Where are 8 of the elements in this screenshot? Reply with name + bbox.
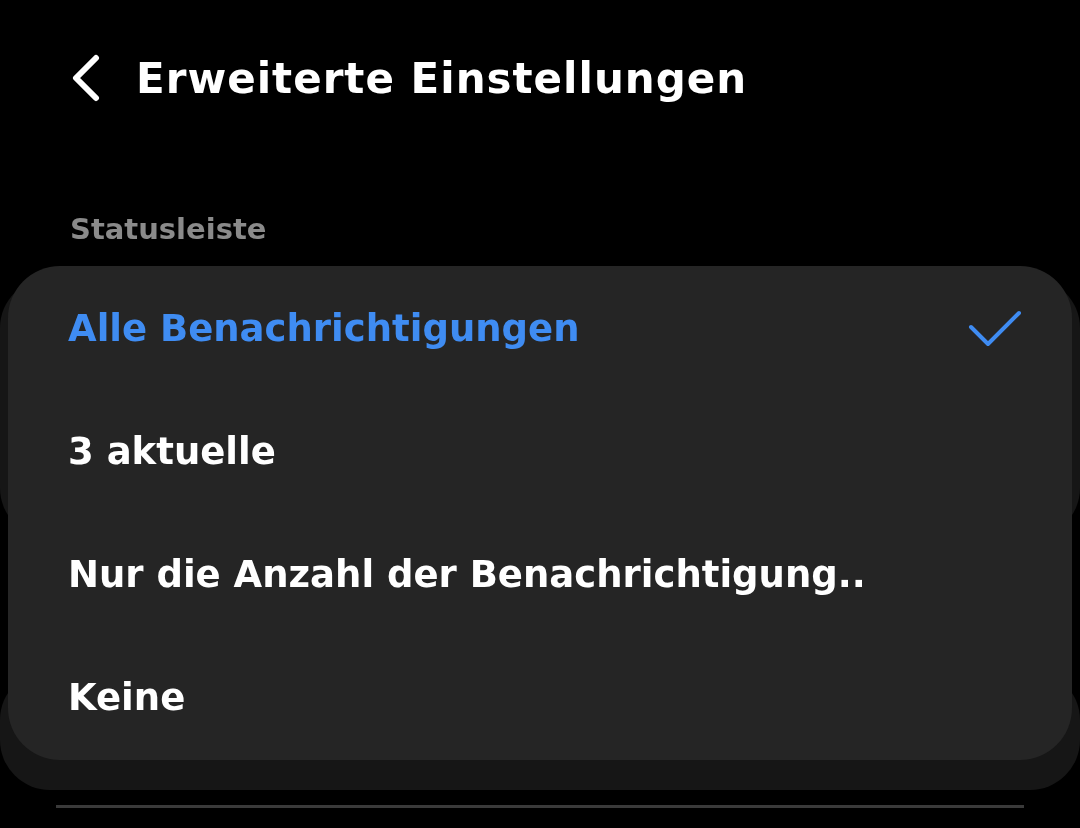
option-item[interactable]: 3 aktuelle: [68, 390, 1022, 513]
section-label: Statusleiste: [69, 211, 268, 248]
back-icon[interactable]: [70, 54, 102, 102]
option-item[interactable]: Keine: [68, 636, 1022, 759]
checkmark-icon: [968, 309, 1022, 348]
option-item[interactable]: Nur die Anzahl der Benachrichtigung..: [68, 513, 1022, 636]
screen-title: Erweiterte Einstellungen: [136, 53, 748, 103]
option-item[interactable]: Alle Benachrichtigungen: [68, 267, 1022, 390]
